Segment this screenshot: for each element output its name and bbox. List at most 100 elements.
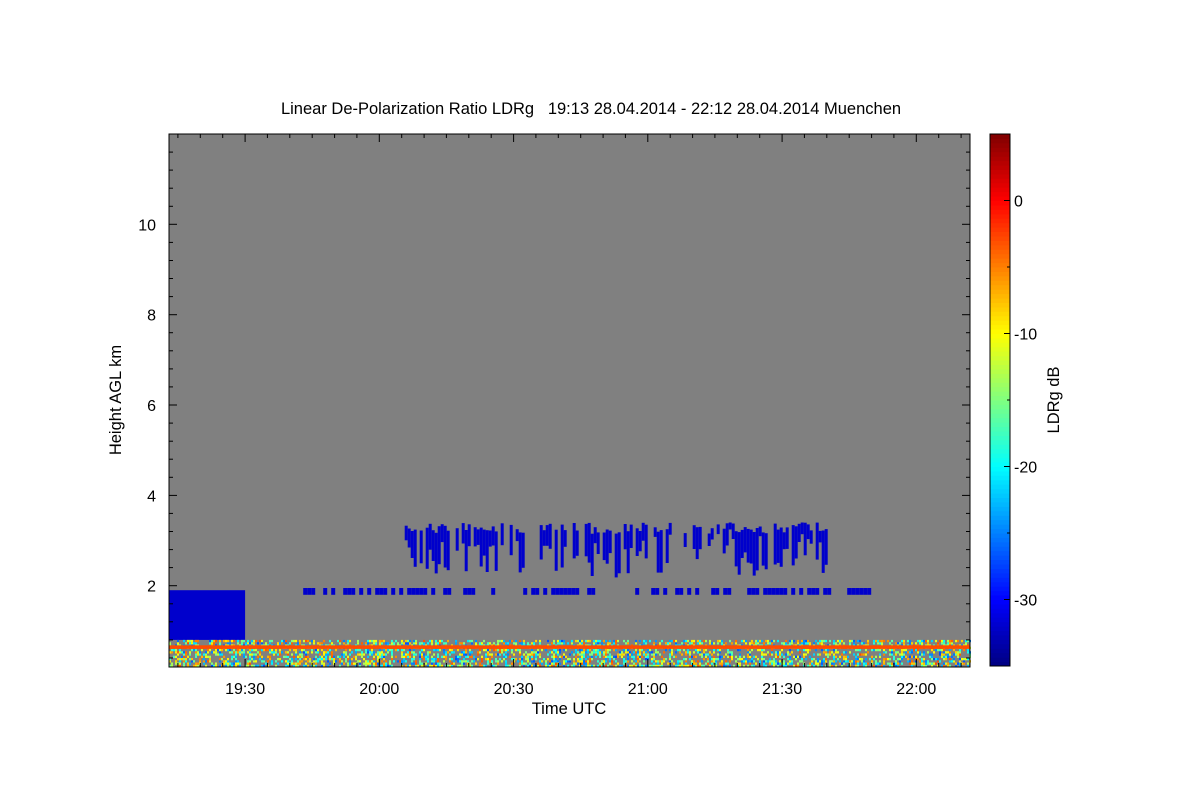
ldr-cell [491, 588, 496, 595]
ldr-cell [207, 648, 209, 652]
ldr-cell [693, 655, 695, 658]
ldr-cell [691, 639, 693, 643]
ldr-cell [549, 651, 551, 654]
ldr-cell [527, 653, 529, 656]
ldr-cell [619, 651, 621, 654]
ldr-cell [449, 658, 451, 661]
colorbar-swatch [990, 626, 1010, 632]
ldr-cell [257, 642, 259, 645]
ldr-cell [833, 639, 835, 643]
ldr-cell [207, 655, 209, 658]
ldr-cell [235, 651, 237, 654]
ldr-cell [809, 530, 813, 544]
ldr-cell [763, 588, 768, 595]
ldr-cell [207, 660, 209, 663]
ldr-cell [806, 524, 810, 540]
ldr-cell [563, 642, 565, 645]
ldr-cell [605, 639, 607, 643]
ldr-cell [701, 655, 703, 658]
ldr-cell [859, 588, 864, 595]
ldr-cell [225, 639, 227, 643]
ldr-cell [487, 662, 489, 665]
ldr-cell [963, 648, 965, 652]
ldr-cell [603, 655, 605, 658]
ldr-cell [505, 660, 507, 663]
ldr-cell [903, 648, 905, 652]
ldr-cell [777, 653, 779, 656]
ldr-cell [803, 642, 805, 645]
ldr-cell [481, 655, 483, 658]
colorbar-swatch [990, 448, 1010, 454]
ldr-cell [599, 648, 601, 652]
ldr-cell [379, 653, 381, 656]
ldr-cell [857, 662, 859, 665]
ldr-cell [237, 651, 239, 654]
ldr-cell [487, 642, 489, 645]
ldr-cell [309, 642, 311, 645]
ldr-cell [611, 662, 613, 665]
ldr-cell [437, 653, 439, 656]
ldr-cell [233, 655, 235, 658]
ldr-cell [431, 660, 433, 663]
ldr-cell [231, 658, 233, 661]
ldr-cell [391, 648, 393, 652]
ldr-cell [591, 588, 596, 595]
ldr-cell [403, 660, 405, 663]
ldr-cell [635, 648, 637, 652]
ldr-cell [251, 658, 253, 661]
ldr-cell [403, 648, 405, 652]
ldr-cell [525, 655, 527, 658]
ldr-cell [575, 588, 580, 595]
ldr-cell [487, 651, 489, 654]
ldr-cell [275, 648, 277, 652]
ldr-cell [605, 651, 607, 654]
ldr-cell [503, 642, 505, 645]
ldr-cell [425, 527, 429, 569]
ldr-cell [679, 648, 681, 652]
ldr-cell [779, 655, 781, 658]
ldr-cell [505, 655, 507, 658]
ldr-cell [401, 651, 403, 654]
colorbar-swatch [990, 324, 1010, 330]
ldr-cell [551, 662, 553, 665]
ldr-cell [523, 653, 525, 656]
ldr-cell [873, 648, 875, 652]
ldr-cell [717, 658, 719, 661]
ldr-cell [299, 653, 301, 656]
ldr-cell [613, 655, 615, 658]
ldr-cell [845, 658, 847, 661]
ldr-cell [391, 588, 396, 595]
ldr-cell [943, 653, 945, 656]
ldr-cell [959, 658, 961, 661]
ldr-cell [668, 522, 672, 535]
ldr-cell [849, 639, 851, 643]
ldr-cell [687, 651, 689, 654]
colorbar-swatch [990, 222, 1010, 228]
ldr-cell [800, 522, 804, 535]
ldr-cell [689, 642, 691, 645]
ldr-cell [341, 653, 343, 656]
ldr-cell [597, 651, 599, 654]
ldr-cell [669, 639, 671, 643]
ldr-cell [813, 653, 815, 656]
ldr-cell [429, 639, 431, 643]
ldr-cell [319, 653, 321, 656]
ldr-cell [791, 651, 793, 654]
ldr-cell [199, 653, 201, 656]
ldr-cell [367, 662, 369, 665]
ldr-cell [767, 651, 769, 654]
ldr-cell [626, 531, 630, 574]
ldr-cell [347, 639, 349, 643]
colorbar-swatch [990, 386, 1010, 392]
ldr-cell [767, 639, 769, 643]
colorbar-swatch [990, 590, 1010, 596]
ldr-cell [249, 655, 251, 658]
ldr-cell [791, 525, 795, 566]
ldr-cell [521, 662, 523, 665]
colorbar-swatch [990, 413, 1010, 419]
ldr-cell [391, 642, 393, 645]
ldr-cell [203, 660, 205, 663]
ldr-cell [551, 660, 553, 663]
ldr-cell [919, 660, 921, 663]
ldr-cell [609, 658, 611, 661]
